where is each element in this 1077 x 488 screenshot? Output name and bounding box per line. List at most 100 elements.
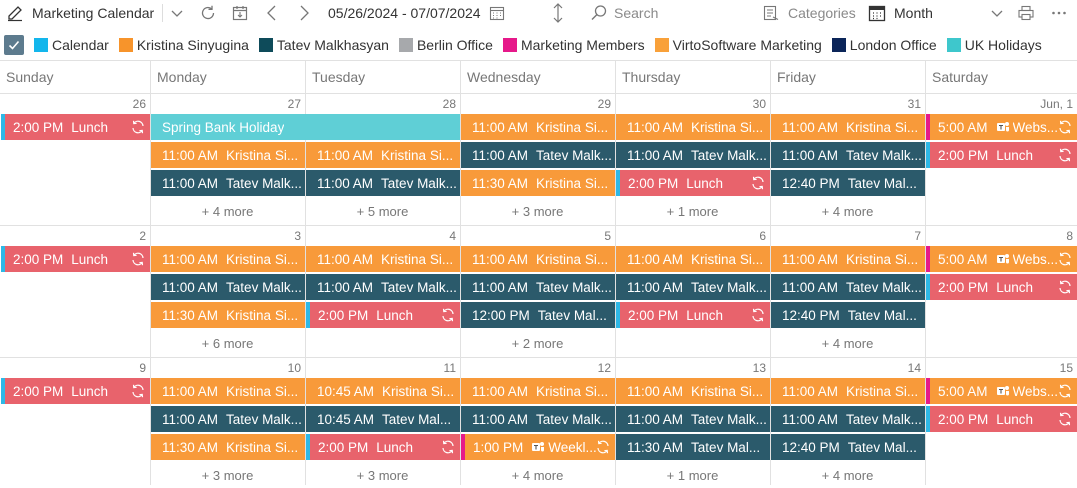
day-number[interactable]: 8 xyxy=(925,226,1077,246)
event-teal[interactable]: 11:00 AM Tatev Malk... xyxy=(151,406,305,432)
day-number[interactable]: 14 xyxy=(770,358,925,378)
legend-item[interactable]: Tatev Malkhasyan xyxy=(258,37,389,53)
event-orange[interactable]: 11:00 AM Kristina Si... xyxy=(771,378,925,404)
more-events-link[interactable]: + 4 more xyxy=(770,198,925,224)
legend-item[interactable]: UK Holidays xyxy=(946,37,1042,53)
event-teal[interactable]: 12:00 PM Tatev Mal... xyxy=(461,302,615,328)
day-number[interactable]: 29 xyxy=(460,94,615,114)
event-teal[interactable]: 11:00 AM Tatev Malk... xyxy=(771,406,925,432)
event-lunch[interactable]: 2:00 PM Lunch xyxy=(926,142,1077,168)
event-orange[interactable]: 11:00 AM Kristina Si... xyxy=(616,114,770,140)
event-orange[interactable]: 11:00 AM Kristina Si... xyxy=(771,246,925,272)
event-teal[interactable]: 12:40 PM Tatev Mal... xyxy=(771,434,925,460)
legend-item[interactable]: Calendar xyxy=(34,37,109,53)
legend-item[interactable]: Marketing Members xyxy=(502,37,645,53)
day-number[interactable]: 7 xyxy=(770,226,925,246)
event-webinar[interactable]: 5:00 AM Webs... xyxy=(926,246,1077,272)
view-selector[interactable]: Month xyxy=(868,0,933,26)
day-number[interactable]: 9 xyxy=(0,358,150,378)
calendar-selector[interactable]: Marketing Calendar xyxy=(6,0,154,26)
event-orange[interactable]: 11:00 AM Kristina Si... xyxy=(306,246,460,272)
refresh-button[interactable] xyxy=(199,0,217,26)
previous-button[interactable] xyxy=(265,0,279,26)
today-button[interactable] xyxy=(231,0,249,26)
search-box[interactable]: Search xyxy=(590,0,658,26)
day-number[interactable]: 13 xyxy=(615,358,770,378)
expand-rows-button[interactable] xyxy=(551,0,565,26)
event-orange[interactable]: 11:00 AM Kristina Si... xyxy=(616,246,770,272)
event-lunch[interactable]: 2:00 PM Lunch xyxy=(306,434,460,460)
more-events-link[interactable]: + 1 more xyxy=(615,198,770,224)
event-orange[interactable]: 11:00 AM Kristina Si... xyxy=(151,246,305,272)
select-all-checkbox[interactable] xyxy=(4,35,24,55)
event-weekly[interactable]: 1:00 PM Weekl... xyxy=(461,434,615,460)
event-teal[interactable]: 11:00 AM Tatev Malk... xyxy=(461,142,615,168)
day-number[interactable]: 10 xyxy=(150,358,305,378)
more-events-link[interactable]: + 1 more xyxy=(615,462,770,488)
day-number[interactable]: 28 xyxy=(305,94,460,114)
event-orange[interactable]: 10:45 AM Kristina Si... xyxy=(306,378,460,404)
more-events-link[interactable]: + 3 more xyxy=(460,198,615,224)
event-teal[interactable]: 12:40 PM Tatev Mal... xyxy=(771,170,925,196)
event-orange[interactable]: 11:30 AM Kristina Si... xyxy=(461,170,615,196)
event-orange[interactable]: 11:00 AM Kristina Si... xyxy=(306,142,460,168)
day-number[interactable]: 6 xyxy=(615,226,770,246)
day-number[interactable]: 3 xyxy=(150,226,305,246)
event-teal[interactable]: 10:45 AM Tatev Mal... xyxy=(306,406,460,432)
next-button[interactable] xyxy=(297,0,311,26)
event-teal[interactable]: 11:00 AM Tatev Malk... xyxy=(461,274,615,300)
event-webinar[interactable]: 5:00 AM Webs... xyxy=(926,114,1077,140)
event-lunch[interactable]: 2:00 PM Lunch xyxy=(616,170,770,196)
more-events-link[interactable]: + 3 more xyxy=(150,462,305,488)
day-number[interactable]: 26 xyxy=(0,94,150,114)
legend-item[interactable]: Berlin Office xyxy=(398,37,493,53)
legend-item[interactable]: Kristina Sinyugina xyxy=(118,37,249,53)
more-events-link[interactable]: + 2 more xyxy=(460,330,615,356)
event-lunch[interactable]: 2:00 PM Lunch xyxy=(1,114,150,140)
day-number[interactable]: Jun, 1 xyxy=(925,94,1077,114)
day-number[interactable]: 27 xyxy=(150,94,305,114)
event-teal[interactable]: 11:00 AM Tatev Malk... xyxy=(306,170,460,196)
event-teal[interactable]: 11:00 AM Tatev Malk... xyxy=(771,274,925,300)
more-options-button[interactable] xyxy=(1050,0,1068,26)
day-number[interactable]: 4 xyxy=(305,226,460,246)
day-number[interactable]: 31 xyxy=(770,94,925,114)
event-orange[interactable]: 11:00 AM Kristina Si... xyxy=(151,378,305,404)
event-teal[interactable]: 11:00 AM Tatev Malk... xyxy=(461,406,615,432)
day-number[interactable]: 30 xyxy=(615,94,770,114)
event-lunch[interactable]: 2:00 PM Lunch xyxy=(306,302,460,328)
event-orange[interactable]: 11:00 AM Kristina Si... xyxy=(151,142,305,168)
event-lunch[interactable]: 2:00 PM Lunch xyxy=(616,302,770,328)
event-lunch[interactable]: 2:00 PM Lunch xyxy=(926,274,1077,300)
event-orange[interactable]: 11:00 AM Kristina Si... xyxy=(771,114,925,140)
event-webinar[interactable]: 5:00 AM Webs... xyxy=(926,378,1077,404)
event-teal[interactable]: 11:00 AM Tatev Malk... xyxy=(616,406,770,432)
event-teal[interactable]: 11:00 AM Tatev Malk... xyxy=(151,170,305,196)
event-teal[interactable]: 12:40 PM Tatev Mal... xyxy=(771,302,925,328)
event-orange[interactable]: 11:30 AM Kristina Si... xyxy=(151,434,305,460)
legend-item[interactable]: VirtoSoftware Marketing xyxy=(654,37,822,53)
event-teal[interactable]: 11:00 AM Tatev Malk... xyxy=(616,274,770,300)
event-teal[interactable]: 11:30 AM Tatev Mal... xyxy=(616,434,770,460)
event-holiday[interactable]: Spring Bank Holiday xyxy=(151,114,460,140)
calendar-dropdown-button[interactable] xyxy=(170,0,184,26)
more-events-link[interactable]: + 4 more xyxy=(770,330,925,356)
more-events-link[interactable]: + 3 more xyxy=(305,462,460,488)
day-number[interactable]: 15 xyxy=(925,358,1077,378)
categories-button[interactable]: Categories xyxy=(762,0,856,26)
event-orange[interactable]: 11:00 AM Kristina Si... xyxy=(461,246,615,272)
date-range-picker[interactable]: 05/26/2024 - 07/07/2024 xyxy=(328,0,505,26)
more-events-link[interactable]: + 4 more xyxy=(770,462,925,488)
event-orange[interactable]: 11:30 AM Kristina Si... xyxy=(151,302,305,328)
event-orange[interactable]: 11:00 AM Kristina Si... xyxy=(461,378,615,404)
event-orange[interactable]: 11:00 AM Kristina Si... xyxy=(616,378,770,404)
day-number[interactable]: 11 xyxy=(305,358,460,378)
day-number[interactable]: 2 xyxy=(0,226,150,246)
event-teal[interactable]: 11:00 AM Tatev Malk... xyxy=(771,142,925,168)
print-button[interactable] xyxy=(1017,0,1035,26)
event-lunch[interactable]: 2:00 PM Lunch xyxy=(1,378,150,404)
more-events-link[interactable]: + 4 more xyxy=(460,462,615,488)
day-number[interactable]: 5 xyxy=(460,226,615,246)
more-events-link[interactable]: + 4 more xyxy=(150,198,305,224)
event-orange[interactable]: 11:00 AM Kristina Si... xyxy=(461,114,615,140)
